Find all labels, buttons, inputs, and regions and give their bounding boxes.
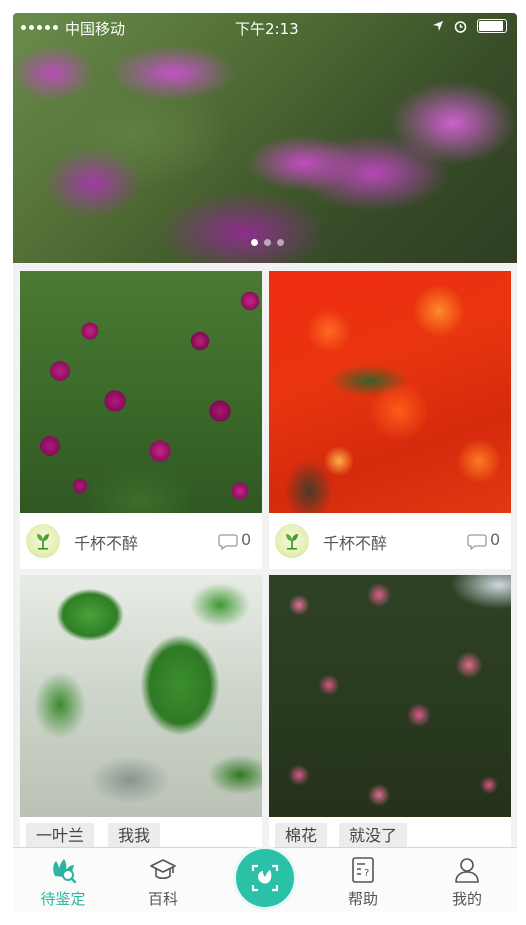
tag-chip[interactable]: 我我 — [108, 823, 161, 847]
signal-dots-icon — [21, 25, 58, 30]
author-name[interactable]: 千杯不醉 — [323, 530, 387, 554]
comment-icon[interactable] — [218, 533, 238, 551]
avatar[interactable] — [26, 524, 60, 558]
location-arrow-icon — [433, 21, 443, 31]
graduation-cap-icon — [150, 859, 176, 880]
tag-chip[interactable]: 一叶兰 — [26, 823, 95, 847]
flower-search-icon — [53, 859, 77, 884]
tag-chip[interactable]: 棉花 — [275, 823, 328, 847]
scan-flower-icon — [251, 864, 279, 892]
post-card[interactable]: 一叶兰 我我 — [20, 575, 262, 847]
post-card[interactable]: 千杯不醉 0 — [269, 271, 511, 569]
scan-identify-button[interactable] — [236, 849, 294, 907]
tag-chip[interactable]: 就没了 — [339, 823, 408, 847]
tab-label: 待鉴定 — [40, 890, 86, 908]
post-footer: 千杯不醉 0 — [20, 513, 262, 569]
tab-label: 我的 — [451, 890, 482, 908]
status-time: 下午2:13 — [235, 20, 299, 38]
carousel-dot[interactable] — [277, 239, 284, 246]
banner-carousel[interactable] — [13, 13, 517, 263]
alarm-icon — [454, 20, 467, 33]
person-icon — [455, 858, 479, 883]
tab-profile[interactable]: 我的 — [427, 848, 507, 913]
comment-count: 0 — [241, 530, 252, 549]
post-photo[interactable] — [269, 575, 511, 817]
plant-logo-icon — [286, 534, 298, 550]
battery-icon — [477, 19, 507, 33]
post-card[interactable]: 千杯不醉 0 — [20, 271, 262, 569]
tab-pending-identification[interactable]: 待鉴定 — [23, 848, 103, 913]
post-photo[interactable] — [20, 575, 262, 817]
svg-text:?: ? — [364, 868, 369, 879]
post-card[interactable]: 棉花 就没了 — [269, 575, 511, 847]
plant-logo-icon — [37, 534, 49, 550]
tab-label: 帮助 — [347, 890, 378, 908]
carousel-dot[interactable] — [251, 239, 258, 246]
status-bar: 中国移动 下午2:13 — [13, 13, 517, 43]
author-name[interactable]: 千杯不醉 — [74, 530, 138, 554]
tab-label: 百科 — [147, 890, 178, 908]
app-screen: 中国移动 下午2:13 千杯不醉 0 千杯不醉 0 一叶兰 我我 棉花 就没了 … — [13, 13, 517, 913]
avatar[interactable] — [275, 524, 309, 558]
help-document-icon: ? — [352, 857, 374, 883]
tab-help[interactable]: ? 帮助 — [323, 848, 403, 913]
comment-icon[interactable] — [467, 533, 487, 551]
post-photo[interactable] — [20, 271, 262, 513]
comment-count: 0 — [490, 530, 501, 549]
tab-encyclopedia[interactable]: 百科 — [123, 848, 203, 913]
post-photo[interactable] — [269, 271, 511, 513]
carrier-name: 中国移动 — [65, 20, 126, 38]
carousel-indicator — [251, 239, 284, 246]
carousel-dot[interactable] — [264, 239, 271, 246]
post-footer: 千杯不醉 0 — [269, 513, 511, 569]
